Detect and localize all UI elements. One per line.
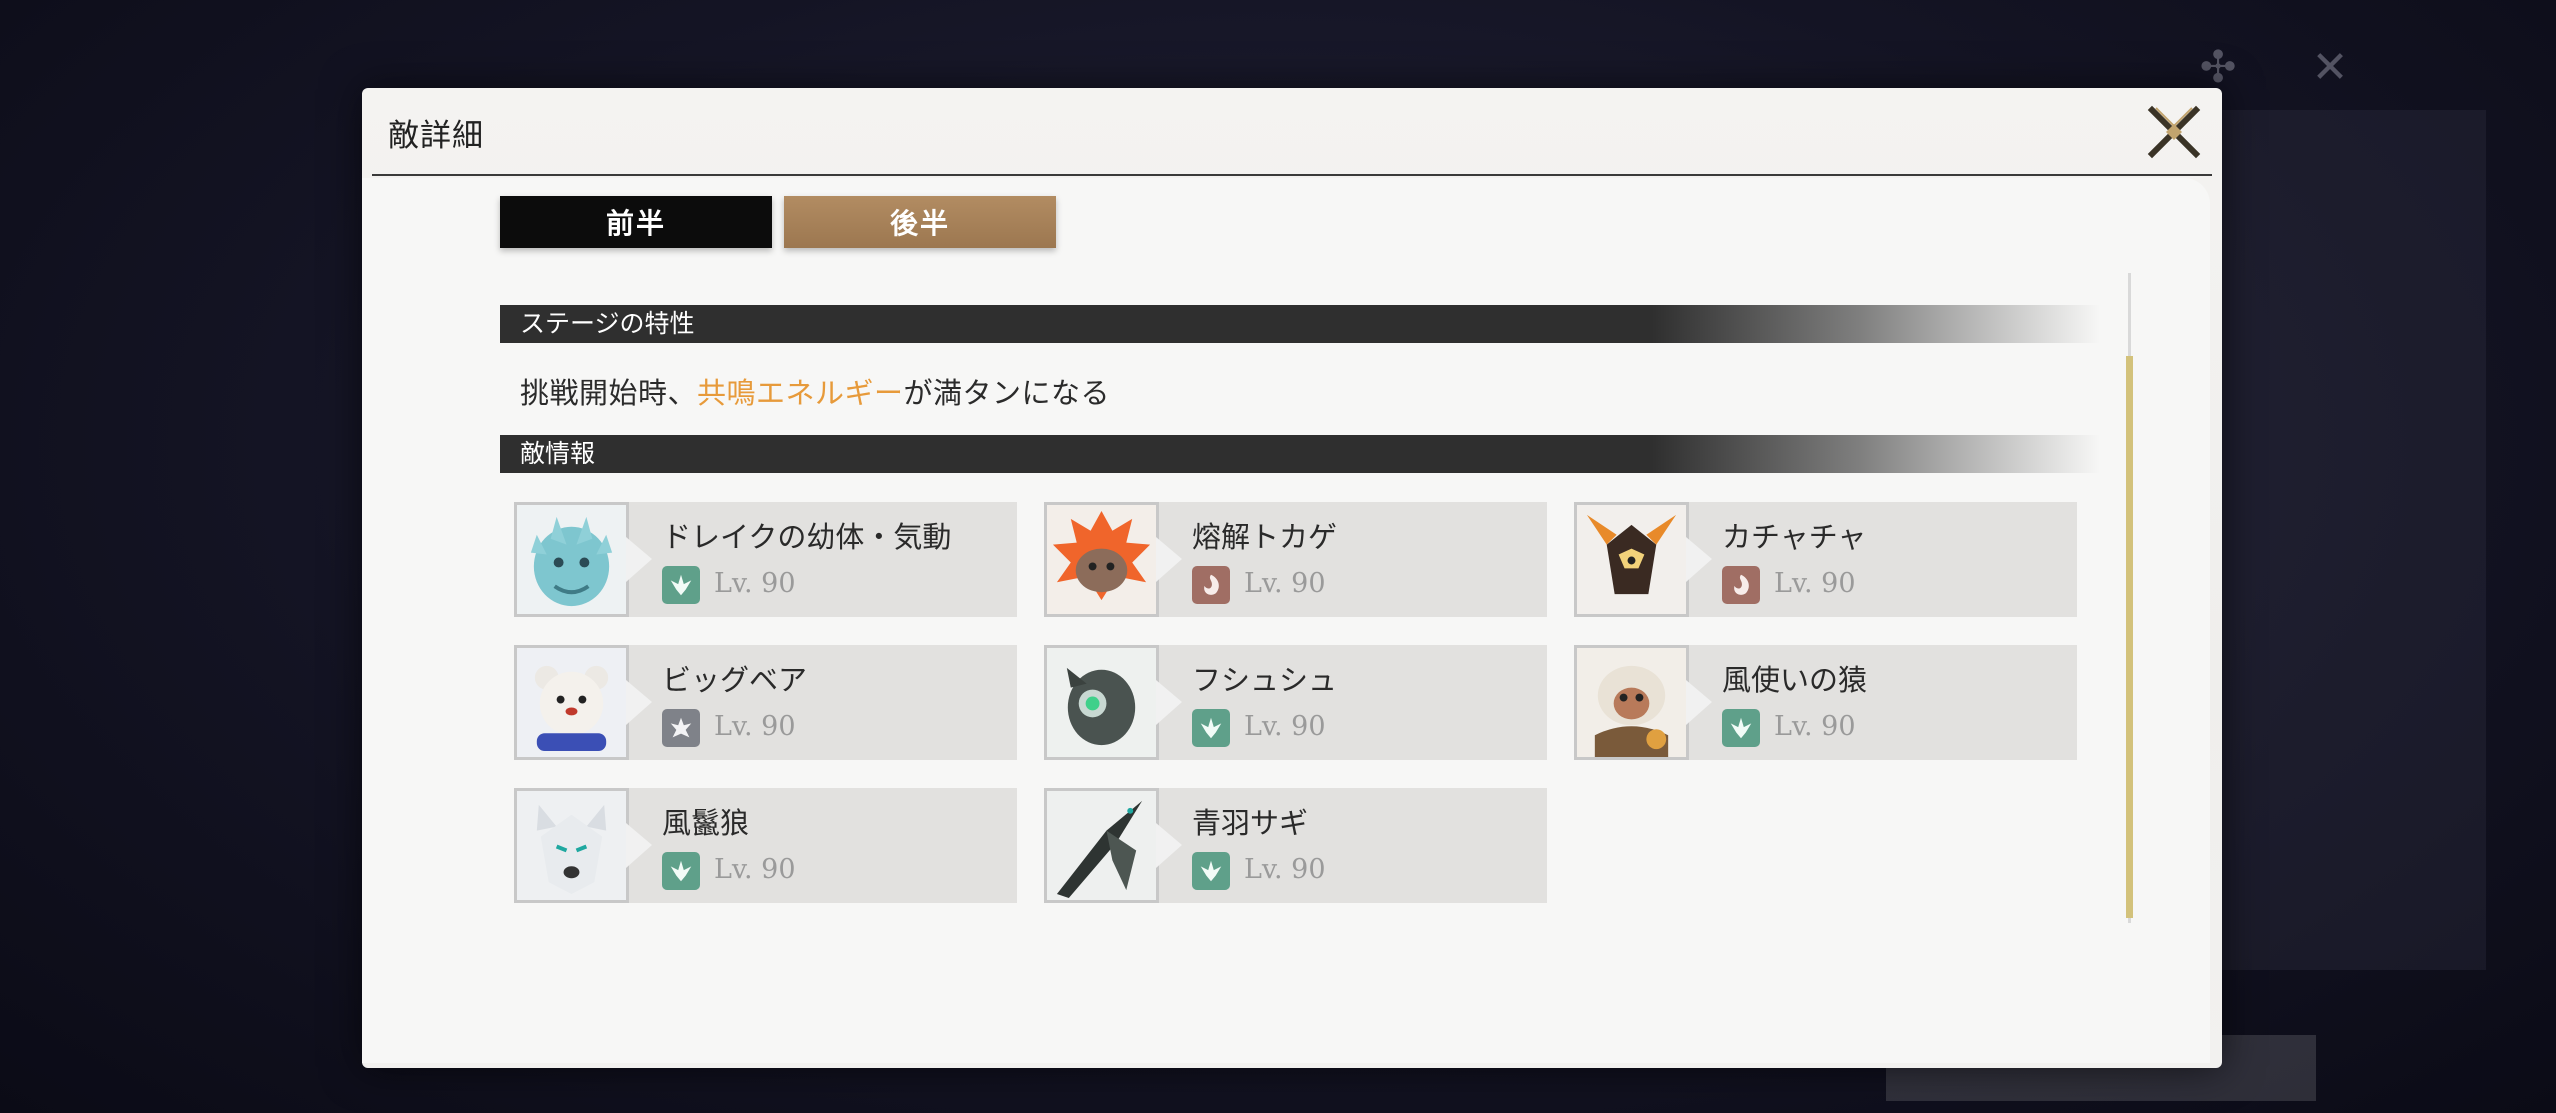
- enemy-name: 風鬣狼: [662, 806, 750, 840]
- enemy-name: フシュシュ: [1192, 663, 1338, 697]
- fusion-attribute-icon: [1192, 566, 1230, 604]
- spectro-attribute-icon: [662, 709, 700, 747]
- enemy-level: Lv. 90: [714, 711, 796, 742]
- enemy-name: 青羽サギ: [1192, 806, 1309, 840]
- enemy-level: Lv. 90: [1774, 711, 1856, 742]
- enemy-card[interactable]: 青羽サギ Lv. 90: [1044, 788, 1547, 903]
- enemy-portrait: [1574, 502, 1689, 617]
- enemy-level: Lv. 90: [714, 854, 796, 885]
- enemy-card[interactable]: カチャチャ Lv. 90: [1574, 502, 2077, 617]
- card-notch: [626, 823, 652, 868]
- blue-heron-portrait: [1047, 791, 1156, 900]
- enemy-name: ドレイクの幼体・気動: [662, 520, 952, 554]
- enemy-portrait: [1574, 645, 1689, 760]
- enemy-level: Lv. 90: [1244, 854, 1326, 885]
- enemy-card[interactable]: ビッグベア Lv. 90: [514, 645, 1017, 760]
- aero-attribute-icon: [1192, 852, 1230, 890]
- modal-title: 敵詳細: [388, 118, 484, 154]
- enemy-card[interactable]: フシュシュ Lv. 90: [1044, 645, 1547, 760]
- aero-attribute-icon: [662, 852, 700, 890]
- stage-trait-text: 挑戦開始時、共鳴エネルギーが満タンになる: [520, 370, 1110, 412]
- scrollbar-thumb[interactable]: [2126, 356, 2133, 918]
- enemy-card[interactable]: 風鬣狼 Lv. 90: [514, 788, 1017, 903]
- enemy-portrait: [1044, 502, 1159, 617]
- enemy-grid: ドレイクの幼体・気動 Lv. 90 熔解トカゲ Lv. 90 カチャチャ Lv.…: [514, 502, 2077, 903]
- kachacha-portrait: [1577, 505, 1686, 614]
- close-icon: ✕: [2311, 42, 2349, 93]
- enemy-name: 風使いの猿: [1722, 663, 1868, 697]
- card-notch: [1686, 537, 1712, 582]
- big-bear-portrait: [517, 648, 626, 757]
- title-divider: [372, 174, 2212, 176]
- stage-trait-text-before: 挑戦開始時、: [520, 376, 698, 410]
- background-panel: [2186, 110, 2486, 970]
- aero-attribute-icon: [1722, 709, 1760, 747]
- drake-portrait: [517, 505, 626, 614]
- tab-second-half[interactable]: 後半: [784, 196, 1056, 248]
- enemy-level: Lv. 90: [1244, 711, 1326, 742]
- close-button[interactable]: [2146, 104, 2202, 160]
- settings-icon: ✣: [2199, 42, 2237, 93]
- stage-trait-text-after: が満タンになる: [903, 376, 1111, 410]
- enemy-info-header: 敵情報: [500, 435, 2100, 473]
- background-top-icons: ✣ ✕: [2192, 42, 2356, 94]
- wind-wolf-portrait: [517, 791, 626, 900]
- enemy-level: Lv. 90: [714, 568, 796, 599]
- enemy-portrait: [514, 645, 629, 760]
- enemy-level: Lv. 90: [1244, 568, 1326, 599]
- tab-first-half[interactable]: 前半: [500, 196, 772, 248]
- card-notch: [1156, 680, 1182, 725]
- wind-monkey-portrait: [1577, 648, 1686, 757]
- aero-attribute-icon: [1192, 709, 1230, 747]
- lizard-portrait: [1047, 505, 1156, 614]
- enemy-name: 熔解トカゲ: [1192, 520, 1338, 554]
- card-notch: [1156, 823, 1182, 868]
- close-icon: [2147, 105, 2201, 159]
- card-notch: [1156, 537, 1182, 582]
- enemy-card[interactable]: 熔解トカゲ Lv. 90: [1044, 502, 1547, 617]
- enemy-detail-modal: 敵詳細 前半 後半 ステージの特性 挑戦開始時、共鳴エネルギーが満タンになる 敵…: [362, 88, 2222, 1068]
- enemy-portrait: [514, 502, 629, 617]
- card-notch: [626, 537, 652, 582]
- enemy-card[interactable]: ドレイクの幼体・気動 Lv. 90: [514, 502, 1017, 617]
- fusion-attribute-icon: [1722, 566, 1760, 604]
- enemy-portrait: [514, 788, 629, 903]
- stage-traits-header: ステージの特性: [500, 305, 2100, 343]
- card-notch: [1686, 680, 1712, 725]
- fushushu-portrait: [1047, 648, 1156, 757]
- enemy-portrait: [1044, 788, 1159, 903]
- enemy-name: ビッグベア: [662, 663, 808, 697]
- enemy-card[interactable]: 風使いの猿 Lv. 90: [1574, 645, 2077, 760]
- enemy-name: カチャチャ: [1722, 520, 1867, 554]
- stage-trait-highlight: 共鳴エネルギー: [697, 376, 904, 410]
- enemy-portrait: [1044, 645, 1159, 760]
- card-notch: [626, 680, 652, 725]
- enemy-level: Lv. 90: [1774, 568, 1856, 599]
- aero-attribute-icon: [662, 566, 700, 604]
- half-tabs: 前半 後半: [500, 196, 1056, 248]
